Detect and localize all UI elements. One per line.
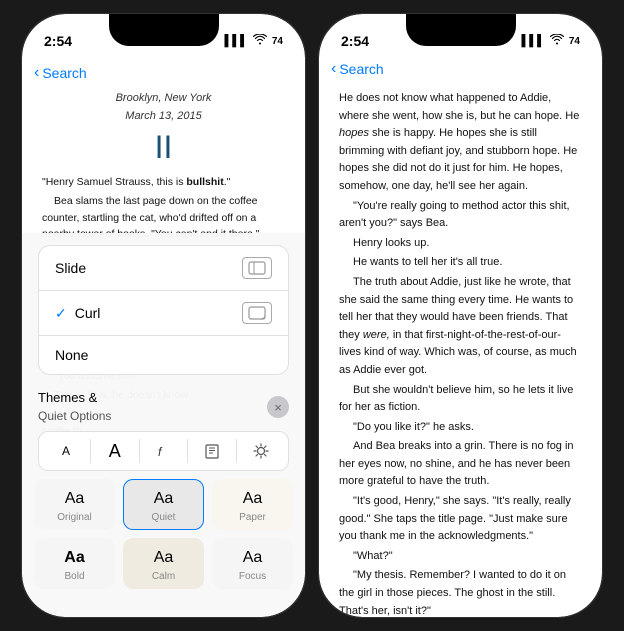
slide-option-slide[interactable]: Slide (39, 246, 288, 291)
reading-para-3: Henry looks up. (339, 235, 582, 253)
back-button-left[interactable]: ‹ Search (34, 64, 87, 82)
font-ctrl-divider-1 (90, 439, 91, 463)
wifi-icon-left (253, 34, 267, 48)
themes-title: Themes & (38, 390, 97, 405)
signal-icon-right: ▌▌▌ (521, 35, 544, 47)
themes-title-area: Themes & Quiet Options (38, 389, 111, 425)
bottom-panel: Slide ✓ Curl (22, 233, 305, 617)
reading-para-1: He does not know what happened to Addie,… (339, 90, 582, 196)
right-content: ‹ Search He does not know what happened … (319, 58, 602, 617)
slide-option-curl[interactable]: ✓ Curl (39, 291, 288, 336)
theme-bold-label: Bold (64, 571, 84, 582)
theme-original-aa: Aa (65, 490, 85, 508)
back-button-right[interactable]: ‹ Search (331, 60, 384, 78)
font-decrease-button[interactable]: A (51, 436, 81, 466)
check-mark-curl: ✓ (55, 305, 67, 322)
themes-subtitle: Quiet Options (38, 409, 111, 423)
slide-option-curl-label: Curl (75, 305, 101, 321)
reading-para-7: "Do you like it?" he asks. (339, 419, 582, 437)
notch (109, 14, 219, 46)
reading-para-11: "My thesis. Remember? I wanted to do it … (339, 567, 582, 617)
chapter-number: II (42, 129, 285, 166)
right-phone: 2:54 ▌▌▌ 74 (318, 13, 603, 618)
left-screen: 2:54 ▌▌▌ 74 (22, 14, 305, 617)
theme-quiet[interactable]: Aa Quiet (123, 479, 204, 530)
theme-calm-aa: Aa (154, 549, 174, 567)
nav-bar-right: ‹ Search (319, 58, 602, 82)
theme-bold[interactable]: Aa Bold (34, 538, 115, 589)
back-label-right: Search (339, 61, 383, 77)
battery-icon-right: 74 (569, 36, 580, 47)
time-right: 2:54 (341, 33, 369, 49)
slide-option-none[interactable]: None (39, 336, 288, 374)
wifi-icon-right (550, 34, 564, 48)
back-arrow-left: ‹ (34, 64, 39, 82)
book-icon (204, 443, 220, 459)
right-screen: 2:54 ▌▌▌ 74 (319, 14, 602, 617)
slide-option-none-label: None (55, 347, 88, 363)
slide-option-slide-label: Slide (55, 260, 86, 276)
font-book-button[interactable] (197, 436, 227, 466)
theme-bold-aa: Aa (64, 549, 84, 567)
theme-original-label: Original (57, 512, 91, 523)
close-icon: × (274, 400, 282, 415)
reading-para-2: "You're really going to method actor thi… (339, 198, 582, 233)
slide-option-curl-row: ✓ Curl (55, 305, 100, 322)
reading-content: He does not know what happened to Addie,… (319, 82, 602, 617)
theme-focus-aa: Aa (243, 549, 263, 567)
theme-original[interactable]: Aa Original (34, 479, 115, 530)
signal-icon-left: ▌▌▌ (224, 35, 247, 47)
reading-para-6: But she wouldn't believe him, so he lets… (339, 382, 582, 417)
reading-para-10: "What?" (339, 548, 582, 566)
theme-focus[interactable]: Aa Focus (212, 538, 293, 589)
battery-icon-left: 74 (272, 36, 283, 47)
book-para-1: "Henry Samuel Strauss, this is bullshit.… (42, 174, 285, 190)
font-increase-button[interactable]: A (100, 436, 130, 466)
curl-icon (242, 302, 272, 324)
font-ctrl-divider-2 (139, 439, 140, 463)
svg-text:f: f (158, 445, 163, 459)
slide-icon (242, 257, 272, 279)
back-arrow-right: ‹ (331, 60, 336, 78)
left-phone: 2:54 ▌▌▌ 74 (21, 13, 306, 618)
theme-focus-label: Focus (239, 571, 266, 582)
theme-paper[interactable]: Aa Paper (212, 479, 293, 530)
font-style-button[interactable]: f (149, 436, 179, 466)
themes-grid: Aa Original Aa Quiet Aa Paper Aa (22, 479, 305, 597)
status-icons-left: ▌▌▌ 74 (224, 34, 283, 48)
reading-para-4: He wants to tell her it's all true. (339, 254, 582, 272)
theme-calm-label: Calm (152, 571, 175, 582)
theme-quiet-label: Quiet (152, 512, 176, 523)
brightness-icon (253, 443, 269, 459)
font-style-icon: f (156, 443, 172, 459)
slide-options-menu: Slide ✓ Curl (38, 245, 289, 375)
font-controls: A A f (38, 431, 289, 471)
nav-bar-left: ‹ Search (22, 58, 305, 90)
brightness-button[interactable] (246, 436, 276, 466)
font-ctrl-divider-4 (236, 439, 237, 463)
themes-header: Themes & Quiet Options × (22, 383, 305, 431)
reading-para-8: And Bea breaks into a grin. There is no … (339, 438, 582, 491)
back-label-left: Search (42, 65, 86, 81)
font-ctrl-divider-3 (187, 439, 188, 463)
reading-para-5: The truth about Addie, just like he wrot… (339, 274, 582, 380)
theme-paper-label: Paper (239, 512, 266, 523)
theme-paper-aa: Aa (243, 490, 263, 508)
theme-calm[interactable]: Aa Calm (123, 538, 204, 589)
notch-right (406, 14, 516, 46)
status-icons-right: ▌▌▌ 74 (521, 34, 580, 48)
time-left: 2:54 (44, 33, 72, 49)
book-location: Brooklyn, New YorkMarch 13, 2015 (42, 90, 285, 125)
reading-para-9: "It's good, Henry," she says. "It's real… (339, 493, 582, 546)
close-panel-button[interactable]: × (267, 396, 289, 418)
theme-quiet-aa: Aa (154, 490, 174, 508)
